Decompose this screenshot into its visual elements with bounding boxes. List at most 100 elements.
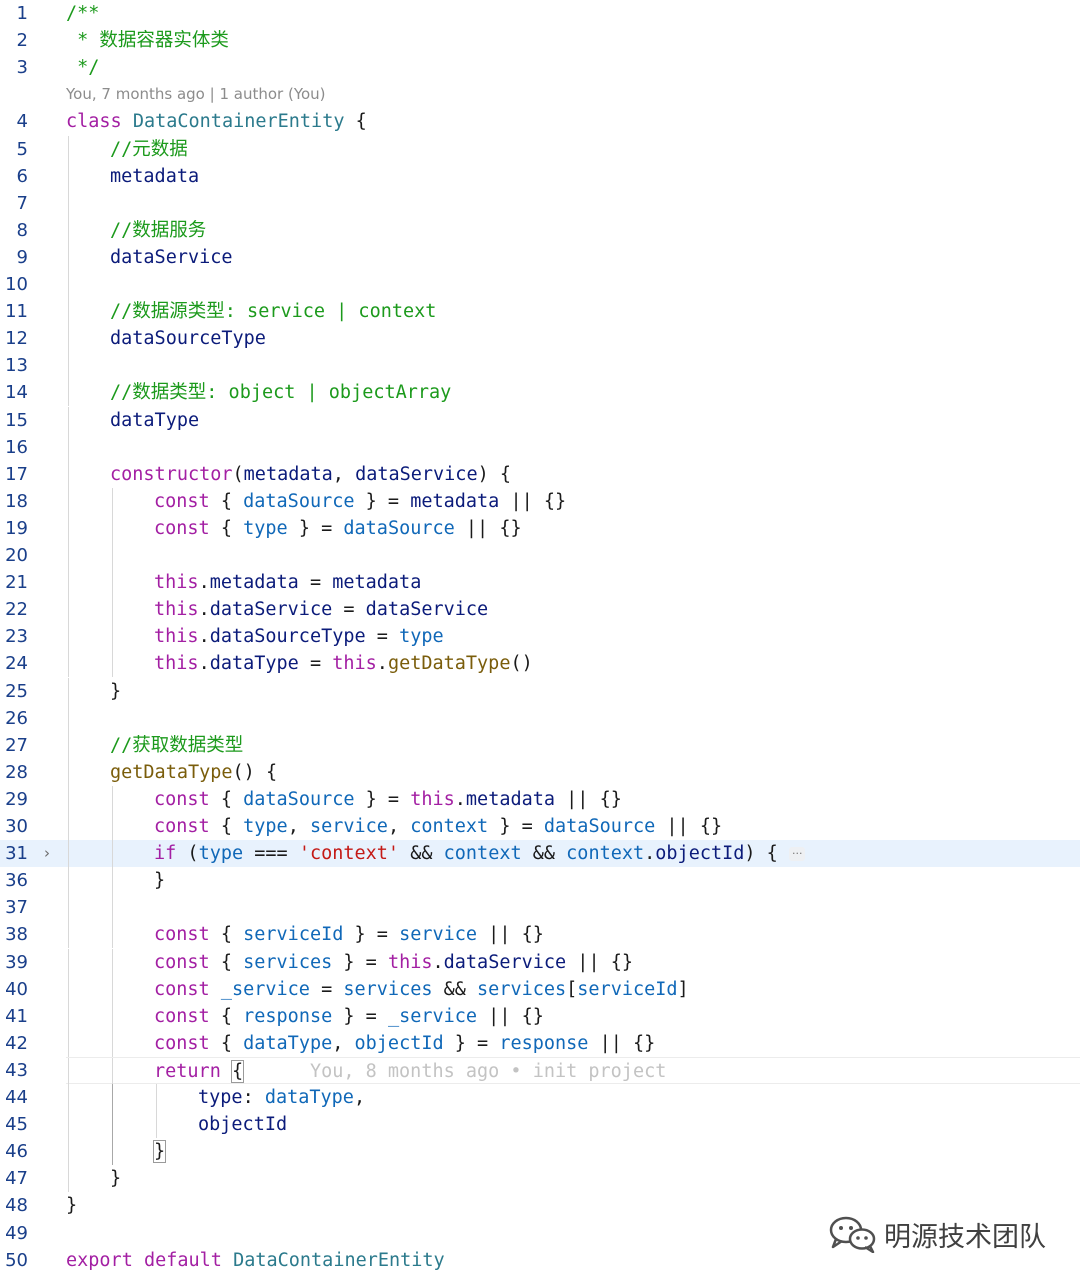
code-area[interactable]: }: [66, 1138, 1080, 1166]
code-area[interactable]: objectId: [66, 1111, 1080, 1139]
code-line[interactable]: 5 //元数据: [0, 135, 1080, 163]
code-area[interactable]: [66, 271, 1080, 298]
code-area[interactable]: //获取数据类型: [66, 731, 1080, 759]
code-line[interactable]: 4 class DataContainerEntity {: [0, 108, 1080, 135]
code-line[interactable]: 7: [0, 189, 1080, 217]
code-area[interactable]: dataService: [66, 243, 1080, 271]
token-punct: ]: [677, 978, 689, 1000]
code-line[interactable]: 22 this.dataService = dataService: [0, 596, 1080, 624]
code-area[interactable]: const { dataSource } = metadata || {}: [66, 487, 1080, 515]
code-line[interactable]: 15 dataType: [0, 406, 1080, 434]
code-area[interactable]: const { dataSource } = this.metadata || …: [66, 785, 1080, 813]
code-line[interactable]: 11 //数据源类型: service | context: [0, 298, 1080, 326]
code-text: type: dataType,: [198, 1084, 365, 1111]
code-area[interactable]: /**: [66, 0, 1080, 27]
code-line[interactable]: 38 const { serviceId } = service || {}: [0, 921, 1080, 949]
code-area[interactable]: //元数据: [66, 135, 1080, 163]
code-line[interactable]: 17 constructor(metadata, dataService) {: [0, 460, 1080, 488]
code-line[interactable]: 44 type: dataType,: [0, 1084, 1080, 1111]
code-area[interactable]: this.dataService = dataService: [66, 596, 1080, 624]
code-area[interactable]: this.metadata = metadata: [66, 569, 1080, 597]
code-line[interactable]: 47}: [0, 1165, 1080, 1193]
code-area[interactable]: dataType: [66, 406, 1080, 434]
code-line[interactable]: 18 const { dataSource } = metadata || {}: [0, 487, 1080, 515]
code-area[interactable]: this.dataSourceType = type: [66, 623, 1080, 651]
code-area[interactable]: class DataContainerEntity {: [66, 108, 1080, 135]
code-line[interactable]: 27 //获取数据类型: [0, 731, 1080, 759]
code-line[interactable]: 21 this.metadata = metadata: [0, 569, 1080, 597]
code-area[interactable]: const { type, service, context } = dataS…: [66, 813, 1080, 840]
code-area[interactable]: const _service = services && services[se…: [66, 975, 1080, 1003]
code-area[interactable]: constructor(metadata, dataService) {: [66, 460, 1080, 488]
code-area[interactable]: [66, 704, 1080, 732]
code-area[interactable]: const { services } = this.dataService ||…: [66, 948, 1080, 976]
code-editor[interactable]: 1/** 2 * 数据容器实体类 3 */You, 7 months ago | 1…: [0, 0, 1080, 1282]
code-area[interactable]: }: [66, 677, 1080, 705]
code-area[interactable]: //数据源类型: service | context: [66, 298, 1080, 326]
code-line[interactable]: 1 /**: [0, 0, 1080, 27]
code-line[interactable]: 41 const { response } = _service || {}: [0, 1002, 1080, 1030]
indent-guide: [68, 813, 69, 840]
code-area[interactable]: const { serviceId } = service || {}: [66, 921, 1080, 949]
folded-ellipsis-button[interactable]: ···: [788, 847, 806, 862]
code-area[interactable]: type: dataType,: [66, 1084, 1080, 1111]
code-line[interactable]: 39 const { services } = this.dataService …: [0, 948, 1080, 976]
code-line[interactable]: 10: [0, 271, 1080, 298]
code-line[interactable]: 46}: [0, 1138, 1080, 1166]
code-line[interactable]: 31 › if (type === 'context' && context && …: [0, 840, 1080, 868]
indent-guide: [68, 867, 69, 895]
code-line[interactable]: 40 const _service = services && services[…: [0, 975, 1080, 1003]
code-area[interactable]: const { type } = dataSource || {}: [66, 514, 1080, 542]
code-area[interactable]: //数据服务: [66, 216, 1080, 244]
code-area[interactable]: const { dataType, objectId } = response …: [66, 1029, 1080, 1057]
code-line[interactable]: 25}: [0, 677, 1080, 705]
indent-guide: [68, 352, 69, 380]
code-area[interactable]: if (type === 'context' && context && con…: [66, 840, 1080, 868]
code-line[interactable]: 20: [0, 542, 1080, 569]
code-area[interactable]: */: [66, 54, 1080, 81]
code-area[interactable]: getDataType() {: [66, 758, 1080, 786]
code-line[interactable]: 42 const { dataType, objectId } = respons…: [0, 1029, 1080, 1057]
code-area[interactable]: const { response } = _service || {}: [66, 1002, 1080, 1030]
watermark: 明源技术团队: [828, 1212, 1046, 1256]
code-line[interactable]: 3 */: [0, 54, 1080, 81]
code-line[interactable]: 6 metadata: [0, 162, 1080, 190]
code-line[interactable]: 9 dataService: [0, 243, 1080, 271]
code-line[interactable]: 30 const { type, service, context } = dat…: [0, 813, 1080, 840]
code-line[interactable]: 14 //数据类型: object | objectArray: [0, 379, 1080, 407]
indent-guide: [68, 785, 69, 813]
code-area[interactable]: [66, 433, 1080, 461]
token-punct: || {}: [477, 1005, 544, 1027]
code-area[interactable]: }: [66, 867, 1080, 895]
code-line[interactable]: 29 const { dataSource } = this.metadata |…: [0, 785, 1080, 813]
code-line[interactable]: 36}: [0, 867, 1080, 895]
fold-chevron-icon[interactable]: ›: [44, 840, 58, 867]
code-area[interactable]: [66, 189, 1080, 217]
code-area[interactable]: return { You, 8 months ago • init projec…: [66, 1056, 1080, 1085]
code-line[interactable]: 28 getDataType() {: [0, 758, 1080, 786]
code-line[interactable]: 24 this.dataType = this.getDataType(): [0, 650, 1080, 678]
code-area[interactable]: //数据类型: object | objectArray: [66, 379, 1080, 407]
token-punct: } =: [354, 788, 411, 810]
code-area[interactable]: }: [66, 1165, 1080, 1193]
code-area[interactable]: [66, 352, 1080, 380]
codelens-blame[interactable]: You, 7 months ago | 1 author (You): [66, 81, 326, 108]
code-area[interactable]: dataSourceType: [66, 325, 1080, 353]
code-area[interactable]: * 数据容器实体类: [66, 27, 1080, 54]
code-line[interactable]: 8 //数据服务: [0, 216, 1080, 244]
code-line[interactable]: 23 this.dataSourceType = type: [0, 623, 1080, 651]
code-line[interactable]: 12 dataSourceType: [0, 325, 1080, 353]
code-line[interactable]: 26: [0, 704, 1080, 732]
code-area[interactable]: this.dataType = this.getDataType(): [66, 650, 1080, 678]
code-area[interactable]: [66, 894, 1080, 922]
code-line[interactable]: 2 * 数据容器实体类: [0, 27, 1080, 54]
code-area[interactable]: metadata: [66, 162, 1080, 190]
code-line[interactable]: 13: [0, 352, 1080, 380]
code-line[interactable]: 37: [0, 894, 1080, 922]
code-line[interactable]: 43 return { You, 8 months ago • init proj…: [0, 1056, 1080, 1085]
token-punct: [133, 1250, 144, 1271]
code-line[interactable]: 19 const { type } = dataSource || {}: [0, 514, 1080, 542]
code-line[interactable]: 16: [0, 433, 1080, 461]
code-line[interactable]: 45 objectId: [0, 1111, 1080, 1139]
code-area[interactable]: [66, 542, 1080, 569]
